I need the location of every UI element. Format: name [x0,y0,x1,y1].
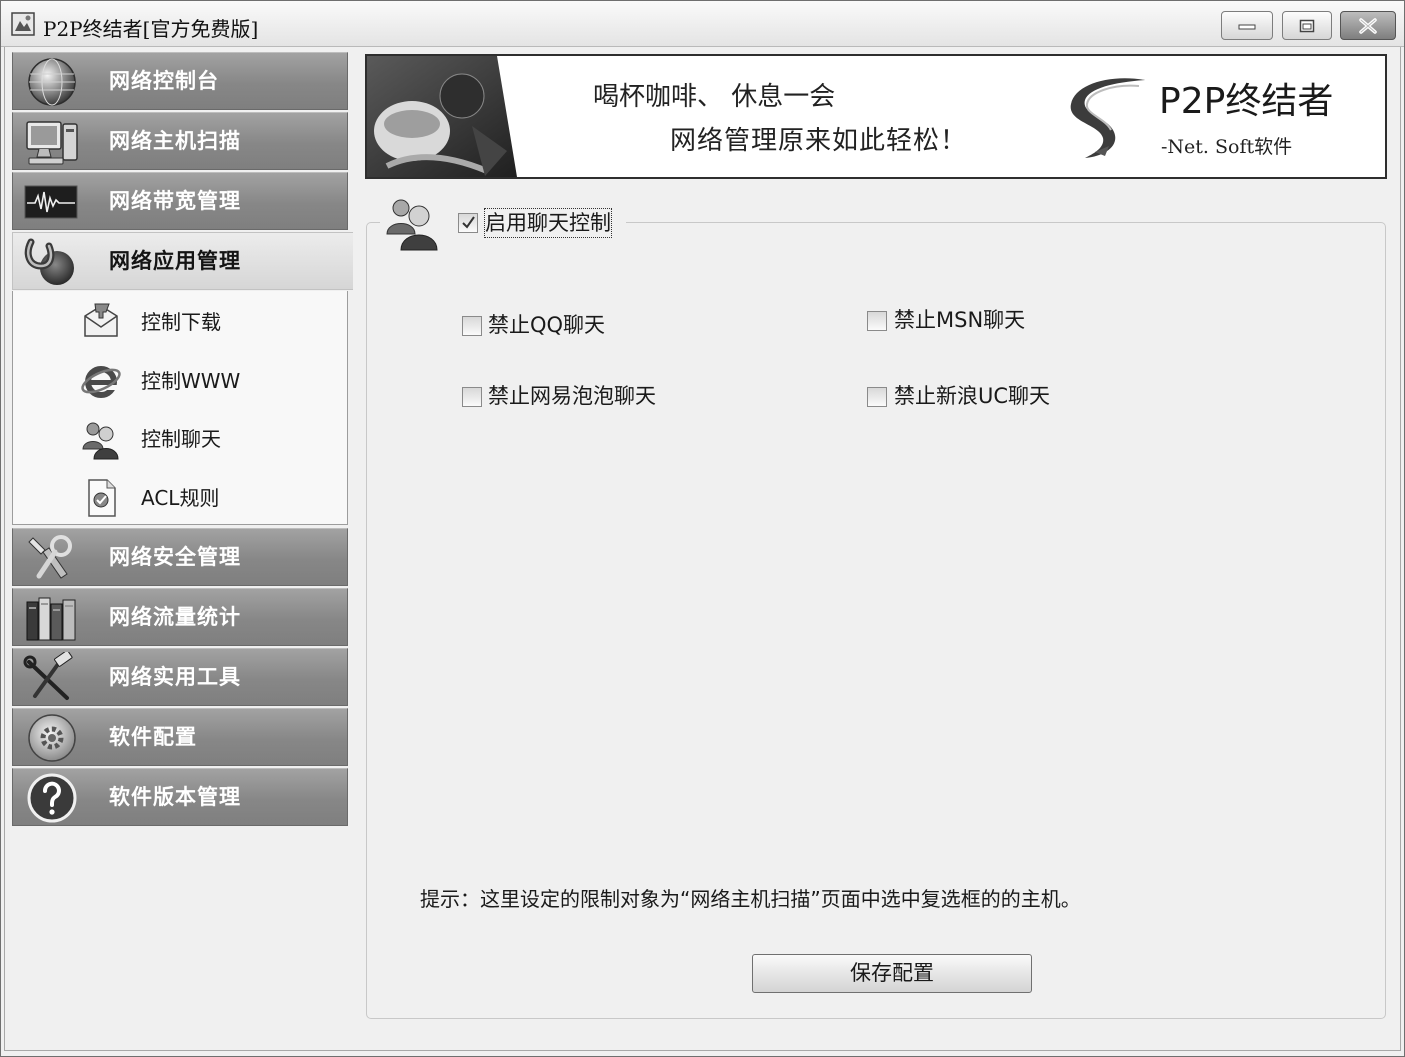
block-netease-popo-label[interactable]: 禁止网易泡泡聊天 [488,382,656,410]
sidebar-item-software-config[interactable]: 软件配置 [12,708,348,766]
banner-slogan-line2: 网络管理原来如此轻松！ [670,126,968,156]
block-sina-uc-checkbox[interactable] [867,387,887,407]
banner: 喝杯咖啡、 休息一会 网络管理原来如此轻松！ P2P终结者 -Net. Soft… [365,54,1387,179]
sidebar-item-label: 网络实用工具 [109,665,241,689]
sidebar-item-label: 网络主机扫描 [109,129,241,153]
sidebar-item-application[interactable]: 网络应用管理 [12,232,353,290]
sidebar-item-utilities[interactable]: 网络实用工具 [12,648,348,706]
enable-chat-control-label[interactable]: 启用聊天控制 [484,208,612,238]
block-qq-label[interactable]: 禁止QQ聊天 [488,311,605,339]
block-msn-checkbox[interactable] [867,311,887,331]
sidebar-item-label: 软件版本管理 [109,785,241,809]
save-config-button[interactable]: 保存配置 [752,954,1032,993]
sidebar-item-bandwidth[interactable]: 网络带宽管理 [12,172,348,230]
sidebar-item-network-console[interactable]: 网络控制台 [12,52,348,110]
chat-users-icon [82,422,119,460]
help-question-icon [27,773,77,823]
submenu-item-www[interactable]: 控制WWW [13,359,347,403]
block-netease-popo-checkbox[interactable] [462,387,482,407]
traffic-books-icon [26,597,76,641]
banner-brand-sub: -Net. Soft软件 [1161,136,1293,158]
submenu-item-download[interactable]: 控制下载 [13,300,347,344]
download-envelope-icon [84,303,118,337]
minimize-icon [1238,24,1256,29]
close-icon [1359,17,1377,34]
block-msn-label[interactable]: 禁止MSN聊天 [894,306,1025,334]
sidebar-item-traffic[interactable]: 网络流量统计 [12,588,348,646]
submenu-item-chat[interactable]: 控制聊天 [13,417,347,461]
sidebar-item-label: 软件配置 [109,725,197,749]
application-icon [24,238,74,285]
swoosh-logo-icon [1070,78,1145,158]
bandwidth-wave-icon [24,185,78,219]
submenu-item-label: 控制聊天 [141,427,221,451]
enable-chat-control-checkbox[interactable] [458,213,478,233]
banner-slogan-line1: 喝杯咖啡、 休息一会 [593,82,836,112]
internet-explorer-icon [81,366,121,398]
sidebar-item-label: 网络流量统计 [109,605,241,629]
app-logo-icon [11,12,35,36]
application-submenu: 控制下载 控制WWW 控制聊天 ACL规则 [12,291,348,525]
globe-icon [28,58,76,106]
sidebar-item-host-scan[interactable]: 网络主机扫描 [12,112,348,170]
title-bar[interactable]: P2P终结者[官方免费版] [1,1,1404,47]
sidebar-item-version[interactable]: 软件版本管理 [12,768,348,826]
sidebar-item-label: 网络应用管理 [109,249,241,273]
sidebar-item-security[interactable]: 网络安全管理 [12,528,348,586]
checkmark-icon [462,216,475,229]
submenu-item-label: ACL规则 [141,486,220,510]
sidebar-item-label: 网络控制台 [109,69,219,93]
window-title: P2P终结者[官方免费版] [43,17,259,41]
submenu-item-label: 控制WWW [141,369,241,393]
hint-text: 提示：这里设定的限制对象为“网络主机扫描”页面中选中复选框的的主机。 [420,887,1081,911]
block-sina-uc-label[interactable]: 禁止新浪UC聊天 [894,382,1050,410]
maximize-icon [1299,19,1315,32]
settings-gear-icon [28,714,76,762]
hammer-wrench-icon [23,652,73,700]
sidebar-item-label: 网络安全管理 [109,545,241,569]
banner-photo [367,56,537,177]
minimize-button[interactable] [1221,11,1273,40]
computer-icon [26,121,78,165]
acl-document-icon [88,479,116,517]
submenu-item-acl[interactable]: ACL规则 [13,476,347,520]
close-button[interactable] [1340,11,1396,40]
sidebar-item-label: 网络带宽管理 [109,189,241,213]
security-tools-icon [28,535,72,579]
block-qq-checkbox[interactable] [462,316,482,336]
maximize-button[interactable] [1282,11,1332,40]
submenu-item-label: 控制下载 [141,310,221,334]
banner-brand: P2P终结者 [1159,81,1334,122]
chat-users-icon [386,199,438,251]
